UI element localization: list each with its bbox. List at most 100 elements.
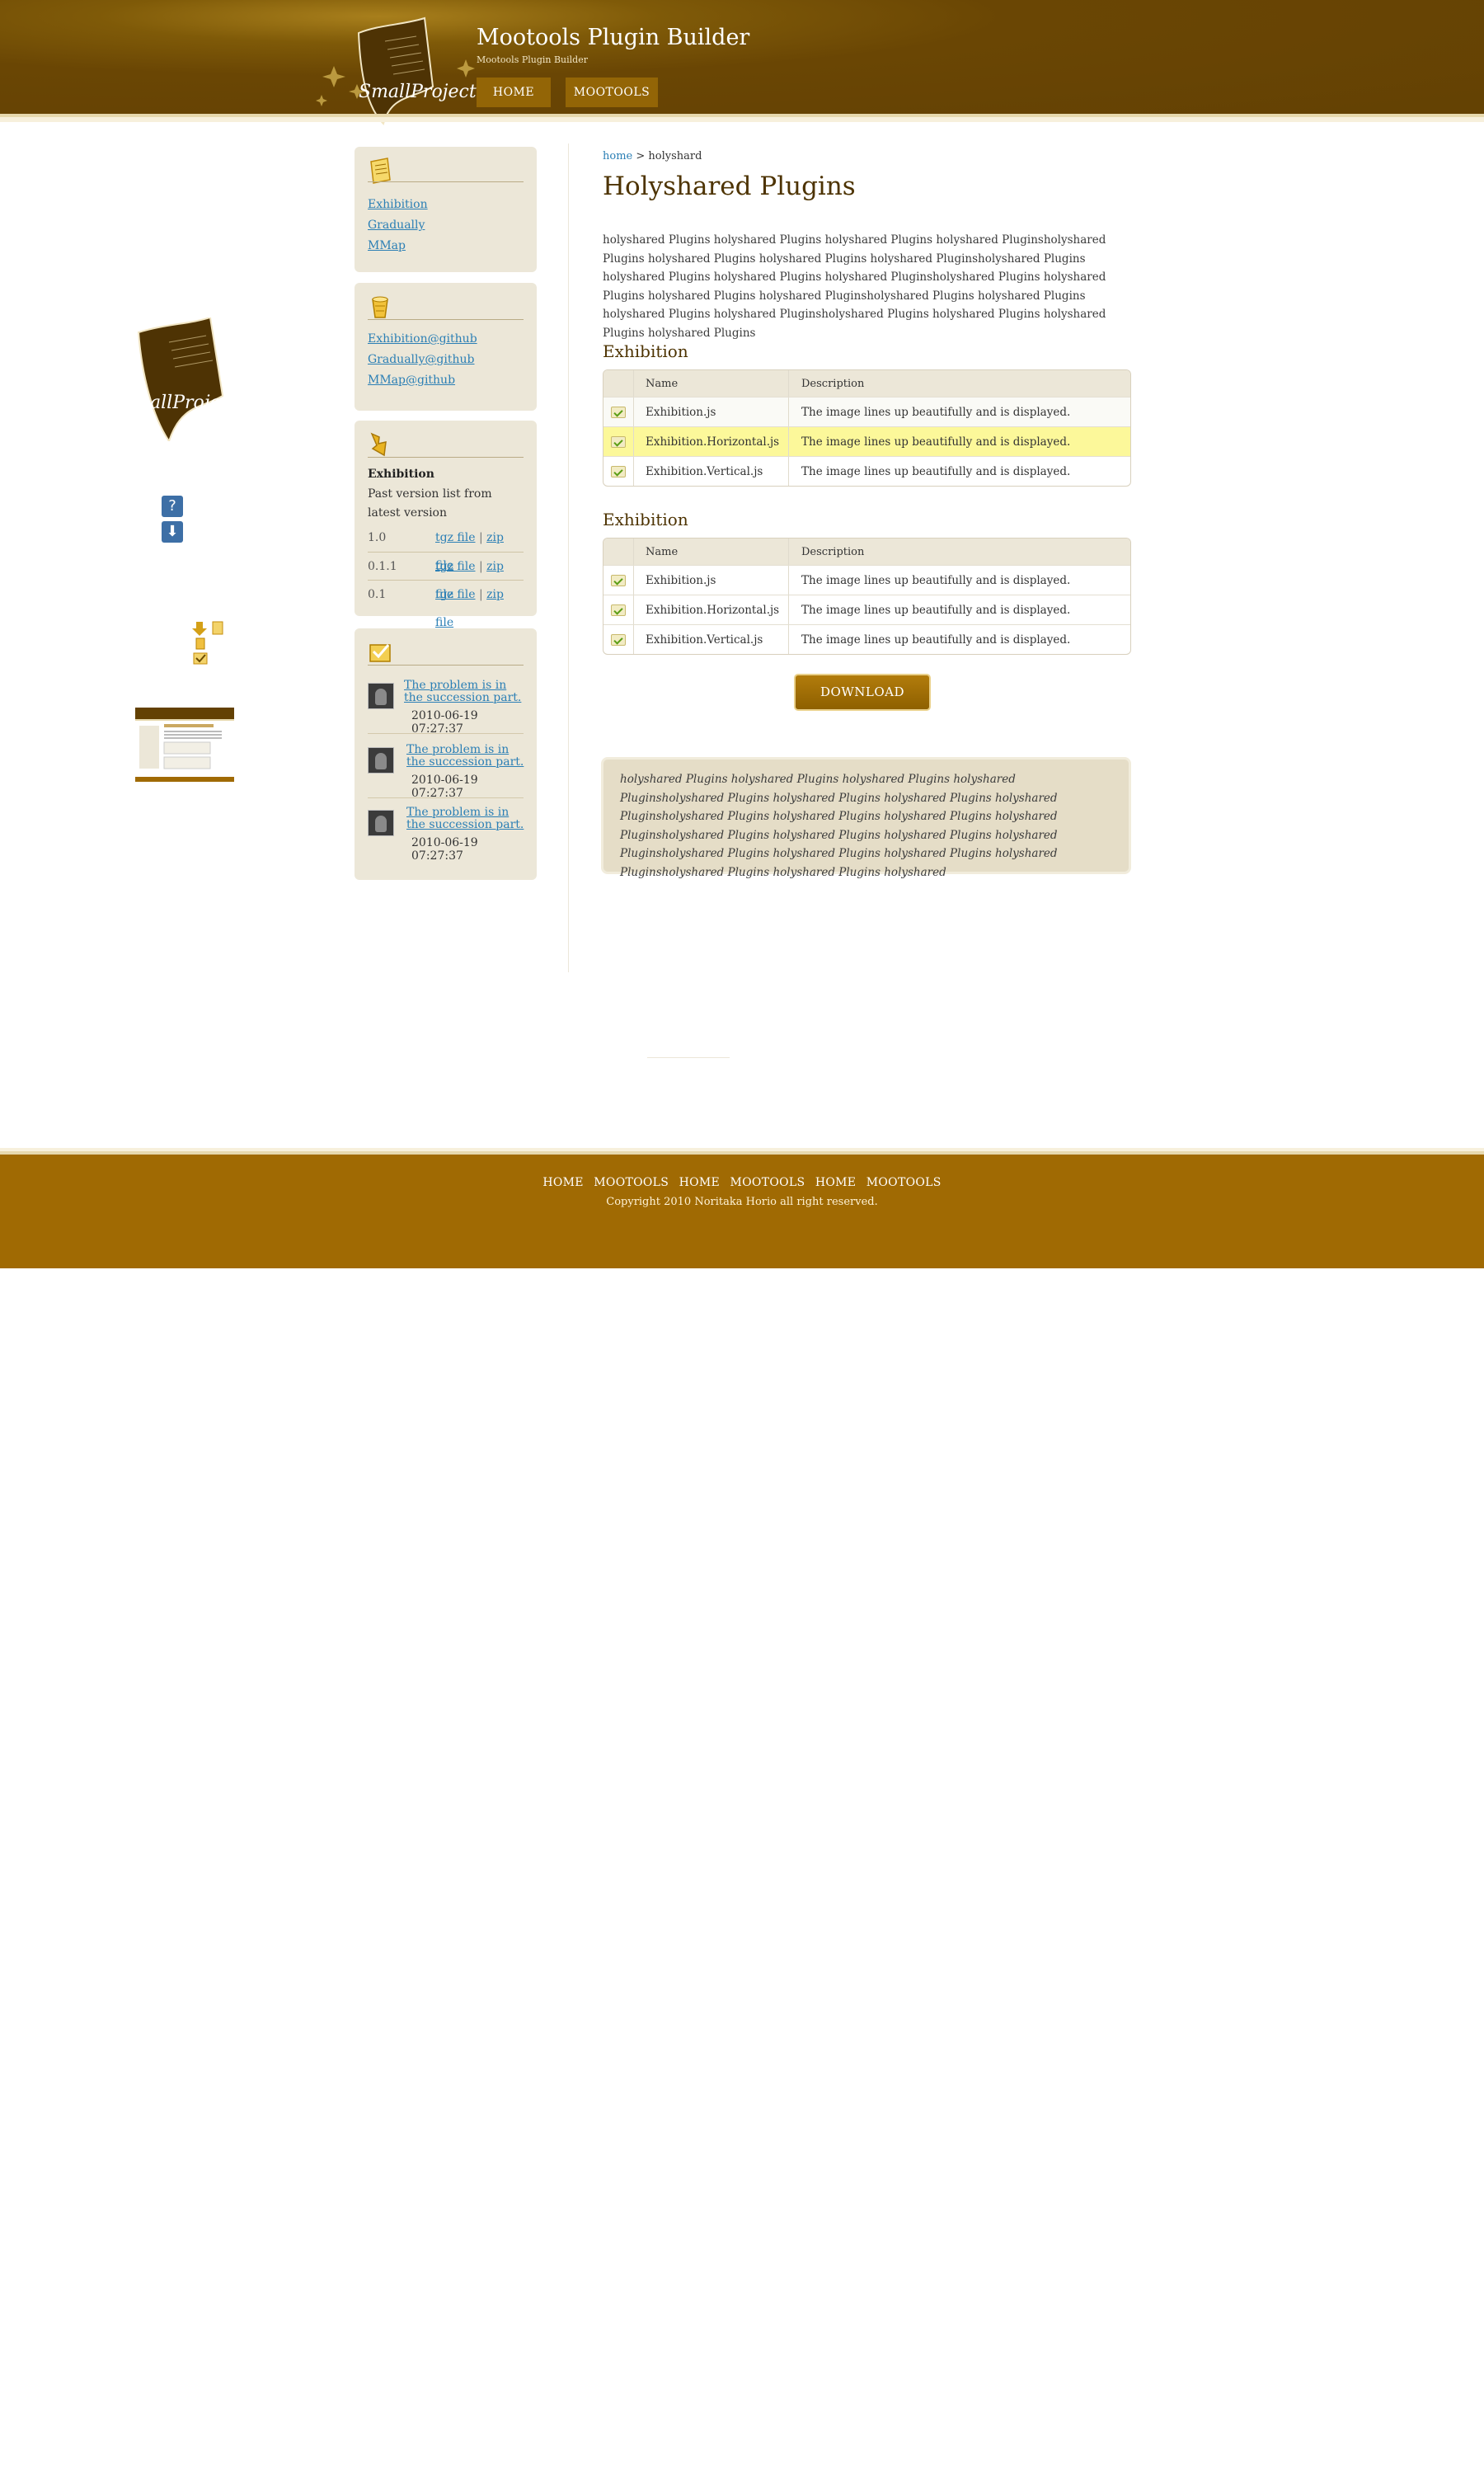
site-subtitle: Mootools Plugin Builder	[477, 54, 588, 65]
footer-link-home[interactable]: HOME	[815, 1176, 856, 1189]
footer-link-mootools[interactable]: MOOTOOLS	[730, 1176, 805, 1189]
footer-link-mootools[interactable]: MOOTOOLS	[594, 1176, 669, 1189]
download-arrow-icon	[370, 432, 387, 457]
quote-box: holyshared Plugins holyshared Plugins ho…	[601, 757, 1131, 879]
column-header-description: Description	[801, 377, 865, 390]
table-header-row: Name Description	[603, 370, 1130, 397]
file-name: Exhibition.Horizontal.js	[634, 427, 789, 456]
post-date: 2010-06-19 07:27:37	[411, 709, 478, 736]
post-title-link[interactable]: The problem is in the succession part.	[406, 807, 530, 831]
box-divider	[368, 319, 524, 320]
box-divider	[368, 181, 524, 182]
version-number: 1.0	[368, 531, 387, 544]
content-divider	[568, 143, 569, 972]
header-check-cell	[603, 370, 634, 397]
sidebar-link-gradually[interactable]: Gradually	[368, 215, 428, 236]
help-icon[interactable]: ?	[162, 496, 183, 517]
document-icon	[370, 158, 391, 184]
breadcrumb-home-link[interactable]: home	[603, 150, 632, 162]
file-description: The image lines up beautifully and is di…	[801, 435, 1071, 449]
tgz-link[interactable]: tgz file	[435, 588, 476, 601]
small-icons-stack	[192, 621, 223, 665]
section-title: Exhibition	[603, 510, 688, 529]
footer-link-home[interactable]: HOME	[679, 1176, 720, 1189]
nav-home-button[interactable]: HOME	[477, 78, 551, 107]
post-divider	[368, 733, 524, 734]
post-title-link[interactable]: The problem is in the succession part.	[404, 680, 528, 704]
file-name: Exhibition.Horizontal.js	[634, 595, 789, 624]
table-row[interactable]: Exhibition.js The image lines up beautif…	[603, 565, 1130, 595]
floating-logo-text: allProje	[150, 393, 221, 413]
file-name: Exhibition.Vertical.js	[634, 625, 789, 654]
file-name: Exhibition.js	[634, 397, 789, 426]
avatar	[368, 747, 394, 774]
sidebar-link-exhibition[interactable]: Exhibition	[368, 195, 428, 215]
checkmark-icon[interactable]	[611, 465, 626, 477]
version-row: 0.1 tgz file | zip file	[368, 580, 524, 629]
header-check-cell	[603, 539, 634, 565]
table-row[interactable]: Exhibition.js The image lines up beautif…	[603, 397, 1130, 426]
post-item: The problem is in the succession part. 2…	[368, 807, 528, 864]
logo-text: SmallProject	[359, 82, 477, 102]
file-description: The image lines up beautifully and is di…	[801, 573, 1071, 587]
copyright-text: Copyright 2010 Noritaka Horio all right …	[606, 1196, 878, 1208]
mini-check-icon	[193, 652, 208, 665]
tgz-link[interactable]: tgz file	[435, 560, 476, 573]
checkmark-mail-icon	[369, 644, 391, 662]
section-title: Exhibition	[603, 341, 688, 361]
box-divider	[368, 457, 524, 458]
column-header-description: Description	[801, 545, 865, 558]
footer-nav: HOME MOOTOOLS HOME MOOTOOLS HOME MOOTOOL…	[0, 1176, 1484, 1189]
post-item: The problem is in the succession part. 2…	[368, 744, 528, 802]
checkmark-icon[interactable]	[611, 435, 626, 448]
file-description: The image lines up beautifully and is di…	[801, 464, 1071, 478]
link-separator: |	[478, 531, 483, 544]
sidebar-link-mmap[interactable]: MMap	[368, 236, 428, 256]
sidebar-box-posts: The problem is in the succession part. 2…	[355, 628, 537, 880]
site-thumbnail[interactable]	[135, 708, 234, 782]
breadcrumb-separator: >	[632, 150, 649, 162]
download-button[interactable]: DOWNLOAD	[794, 674, 931, 711]
link-separator: |	[478, 560, 483, 573]
nav-mootools-button[interactable]: MOOTOOLS	[566, 78, 658, 107]
avatar	[368, 810, 394, 836]
checkmark-icon[interactable]	[611, 604, 626, 616]
mini-download-icon	[192, 622, 207, 636]
link-separator: |	[478, 588, 483, 601]
column-header-name: Name	[634, 370, 789, 397]
table-row[interactable]: Exhibition.Horizontal.js The image lines…	[603, 426, 1130, 456]
sidebar-box-versions: Exhibition Past version list from latest…	[355, 421, 537, 629]
checkmark-icon[interactable]	[611, 406, 626, 418]
sidebar-link-gradually-github[interactable]: Gradually@github	[368, 350, 477, 370]
footer-link-home[interactable]: HOME	[542, 1176, 583, 1189]
versions-title: Exhibition	[368, 468, 434, 481]
file-table: Name Description Exhibition.js The image…	[603, 369, 1131, 487]
file-name: Exhibition.js	[634, 566, 789, 595]
post-date: 2010-06-19 07:27:37	[411, 836, 478, 863]
table-row[interactable]: Exhibition.Horizontal.js The image lines…	[603, 595, 1130, 624]
sidebar-link-exhibition-github[interactable]: Exhibition@github	[368, 329, 477, 350]
checkmark-icon[interactable]	[611, 633, 626, 646]
version-row: 0.1.1 tgz file | zip file	[368, 552, 524, 601]
mini-document-icon	[212, 621, 223, 635]
version-number: 0.1.1	[368, 560, 397, 573]
table-header-row: Name Description	[603, 539, 1130, 565]
mini-cup-icon	[195, 637, 205, 650]
tgz-link[interactable]: tgz file	[435, 531, 476, 544]
floating-logo: allProje	[137, 317, 224, 441]
post-title-link[interactable]: The problem is in the succession part.	[406, 744, 530, 769]
column-header-name: Name	[634, 539, 789, 565]
sidebar-link-mmap-github[interactable]: MMap@github	[368, 370, 477, 391]
checkmark-icon[interactable]	[611, 574, 626, 586]
file-description: The image lines up beautifully and is di…	[801, 633, 1071, 647]
file-description: The image lines up beautifully and is di…	[801, 603, 1071, 617]
cup-icon	[372, 296, 388, 318]
site-header: SmallProject Mootools Plugin Builder Moo…	[0, 0, 1484, 125]
site-footer: HOME MOOTOOLS HOME MOOTOOLS HOME MOOTOOL…	[0, 1155, 1484, 1268]
post-date: 2010-06-19 07:27:37	[411, 774, 478, 800]
table-row[interactable]: Exhibition.Vertical.js The image lines u…	[603, 456, 1130, 486]
download-icon[interactable]: ⬇	[162, 521, 183, 543]
table-row[interactable]: Exhibition.Vertical.js The image lines u…	[603, 624, 1130, 654]
footer-link-mootools[interactable]: MOOTOOLS	[866, 1176, 942, 1189]
file-table: Name Description Exhibition.js The image…	[603, 538, 1131, 655]
